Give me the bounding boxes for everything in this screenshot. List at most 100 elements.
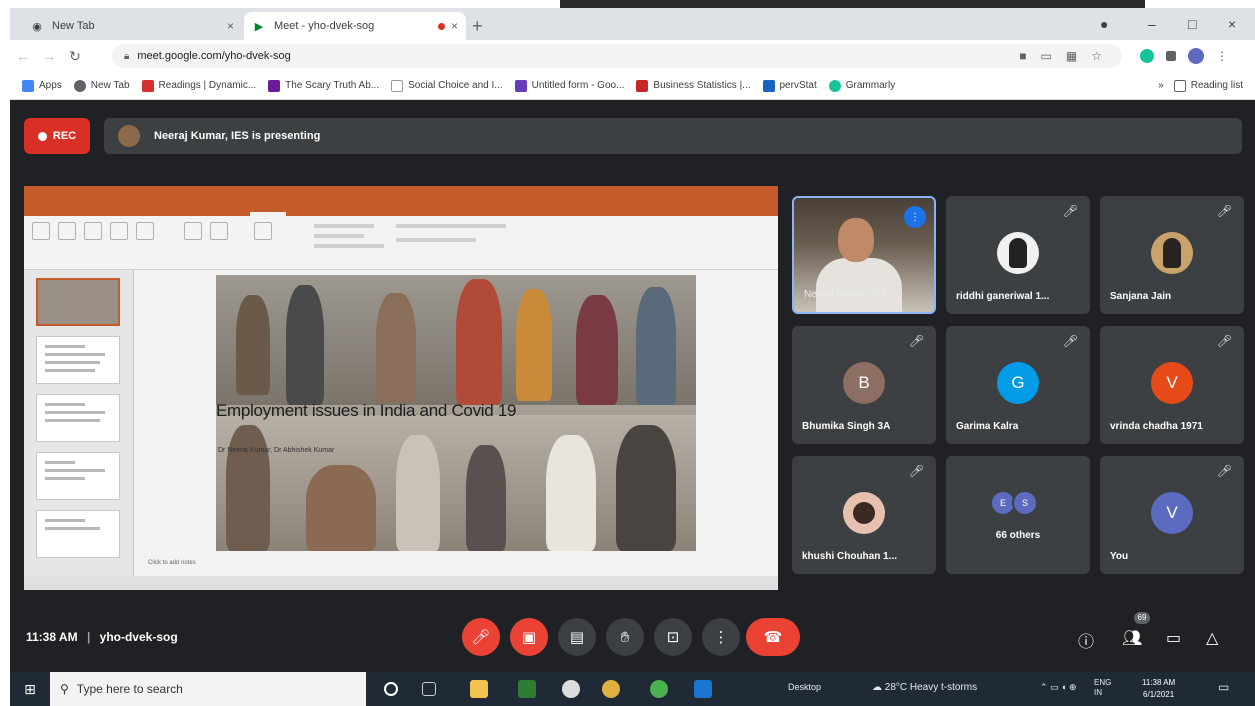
close-tab-icon[interactable]: × [451,19,458,33]
more-options-button[interactable]: ⋮ [702,618,740,656]
profile-avatar[interactable] [1188,48,1204,64]
participant-name: You [1110,551,1129,562]
present-button[interactable]: ⊡ [654,618,692,656]
info-icon[interactable]: ⓘ [1078,628,1094,652]
apps-icon[interactable]: ▦ [1066,49,1077,63]
cloud-icon: ☁︎ [872,682,885,693]
presenting-banner: Neeraj Kumar, IES is presenting [104,118,1242,154]
others-avatar: S [1012,490,1038,516]
bookmark-grammarly[interactable]: Grammarly [828,79,895,92]
rec-label: REC [52,130,77,142]
bookmark-business-stats[interactable]: Business Statistics |... [636,79,751,92]
task-view-icon[interactable] [422,682,436,696]
notifications-icon[interactable]: ▭ [1218,680,1229,694]
slide-thumb-1[interactable] [36,278,120,326]
tab-new-tab[interactable]: ◉ New Tab × [22,12,242,40]
windows-start-icon[interactable]: ⊞ [10,681,50,698]
mic-off-icon: 🎤︎ [908,334,924,348]
file-explorer-icon[interactable] [470,680,488,698]
slide-thumb-5[interactable] [36,510,120,558]
language-indicator[interactable]: ENG IN [1094,678,1116,698]
slide-thumb-2[interactable] [36,336,120,384]
cortana-icon[interactable] [384,682,398,696]
raise-hand-button[interactable]: ✋︎ [606,618,644,656]
cast-icon[interactable]: ▭ [1041,49,1052,63]
slide-notes[interactable]: Click to add notes [148,560,196,566]
forms-icon [514,79,527,92]
slide-thumbnails [24,270,134,576]
recording-badge[interactable]: REC [24,118,90,154]
more-vert-icon: ⋮ [713,629,729,646]
camera-toggle-button[interactable]: ▣ [510,618,548,656]
participant-tile[interactable]: 🎤︎ V vrinda chadha 1971 [1100,326,1244,444]
weather-text: 28°C Heavy t-storms [884,682,978,693]
participant-tile-speaker[interactable]: ⋮ Neeraj Kumar, IES [792,196,936,314]
close-tab-icon[interactable]: × [227,19,234,33]
bookmark-pervstat[interactable]: pervStat [762,79,817,92]
back-button[interactable]: ← [10,48,36,64]
participant-tile-self[interactable]: 🎤︎ V You [1100,456,1244,574]
apps-grid-icon [22,79,34,92]
bookmarks-bar: Apps New Tab Readings | Dynamic... The S… [10,72,1255,100]
bookmark-untitled-form[interactable]: Untitled form - Goo... [514,79,624,92]
participant-tile[interactable]: 🎤︎ Sanjana Jain [1100,196,1244,314]
bookmark-scary-truth[interactable]: The Scary Truth Ab... [268,79,379,92]
minimize-button[interactable]: – [1148,16,1156,32]
bookmark-readings[interactable]: Readings | Dynamic... [141,79,256,92]
captions-button[interactable]: ▤ [558,618,596,656]
tab-search-icon[interactable]: ● [1100,16,1108,32]
chrome-icon: ◉ [32,20,42,33]
reload-button[interactable]: ↻ [62,48,88,65]
chat-icon[interactable]: ▭ [1166,628,1181,648]
windows-taskbar: ⊞ ⚲ Type here to search Desktop ☁︎ 28°C … [10,672,1255,706]
meet-window: REC Neeraj Kumar, IES is presenting Empl… [10,100,1255,672]
close-window-button[interactable]: × [1228,16,1236,32]
participant-tile[interactable]: 🎤︎ khushi Chouhan 1... [792,456,936,574]
mic-off-icon: 🎤︎ [1216,334,1232,348]
meeting-details[interactable]: 11:38 AM | yho-dvek-sog [26,630,178,644]
reading-list[interactable]: Reading list [1173,79,1243,92]
bookmark-social-choice[interactable]: Social Choice and I... [391,79,503,92]
slide-thumb-3[interactable] [36,394,120,442]
word-icon[interactable] [694,680,712,698]
tab-meet[interactable]: ▶ Meet - yho-dvek-sog × [244,12,466,40]
puzzle-icon[interactable] [1166,51,1176,61]
camera-icon[interactable]: ■ [1019,49,1026,63]
taskbar-search[interactable]: ⚲ Type here to search [50,672,366,706]
forward-button[interactable]: → [36,48,62,64]
participant-tile[interactable]: 🎤︎ riddhi ganeriwal 1... [946,196,1090,314]
tray-icons[interactable]: ⌃ ▭ ◖ ⊕ [1040,682,1077,693]
store-icon[interactable] [650,680,668,698]
omnibox-icons: ■ ▭ ▦ ☆ [1019,49,1102,63]
search-icon: ⚲ [60,682,69,696]
bookmarks-right: » Reading list [1158,79,1243,92]
slide-thumb-4[interactable] [36,452,120,500]
desktop-label[interactable]: Desktop [788,682,821,692]
maximize-button[interactable]: □ [1188,16,1196,32]
bookmark-apps[interactable]: Apps [22,79,62,92]
grammarly-icon[interactable] [1140,49,1154,63]
participant-tile[interactable]: 🎤︎ G Garima Kalra [946,326,1090,444]
weather-widget[interactable]: ☁︎ 28°C Heavy t-storms [872,682,977,693]
people-icon[interactable]: 👥︎ [1122,628,1142,648]
taskbar-clock[interactable]: 11:38 AM 6/1/2021 [1142,677,1175,701]
top-strip [0,0,1255,8]
wikipedia-icon [391,79,404,92]
end-call-button[interactable]: ☎ [746,618,800,656]
star-icon[interactable]: ☆ [1091,49,1102,63]
participant-tile-others[interactable]: E S 66 others [946,456,1090,574]
new-tab-button[interactable]: + [472,16,483,37]
mic-toggle-button[interactable]: 🎤︎ [462,618,500,656]
ppt-body: Employment issues in India and Covid 19 … [24,270,778,576]
app-icon[interactable] [562,680,580,698]
bookmark-new-tab[interactable]: New Tab [73,79,130,92]
presenting-text: Neeraj Kumar, IES is presenting [154,130,321,142]
activities-icon[interactable]: △ [1206,628,1218,648]
chrome-taskbar-icon[interactable] [602,680,620,698]
more-bookmarks-icon[interactable]: » [1158,80,1164,91]
participant-tile[interactable]: 🎤︎ B Bhumika Singh 3A [792,326,936,444]
participant-photo [843,492,885,534]
address-bar[interactable]: 🔒︎ meet.google.com/yho-dvek-sog ■ ▭ ▦ ☆ [112,44,1122,68]
excel-icon[interactable] [518,680,536,698]
menu-icon[interactable]: ⋮ [1216,49,1228,63]
